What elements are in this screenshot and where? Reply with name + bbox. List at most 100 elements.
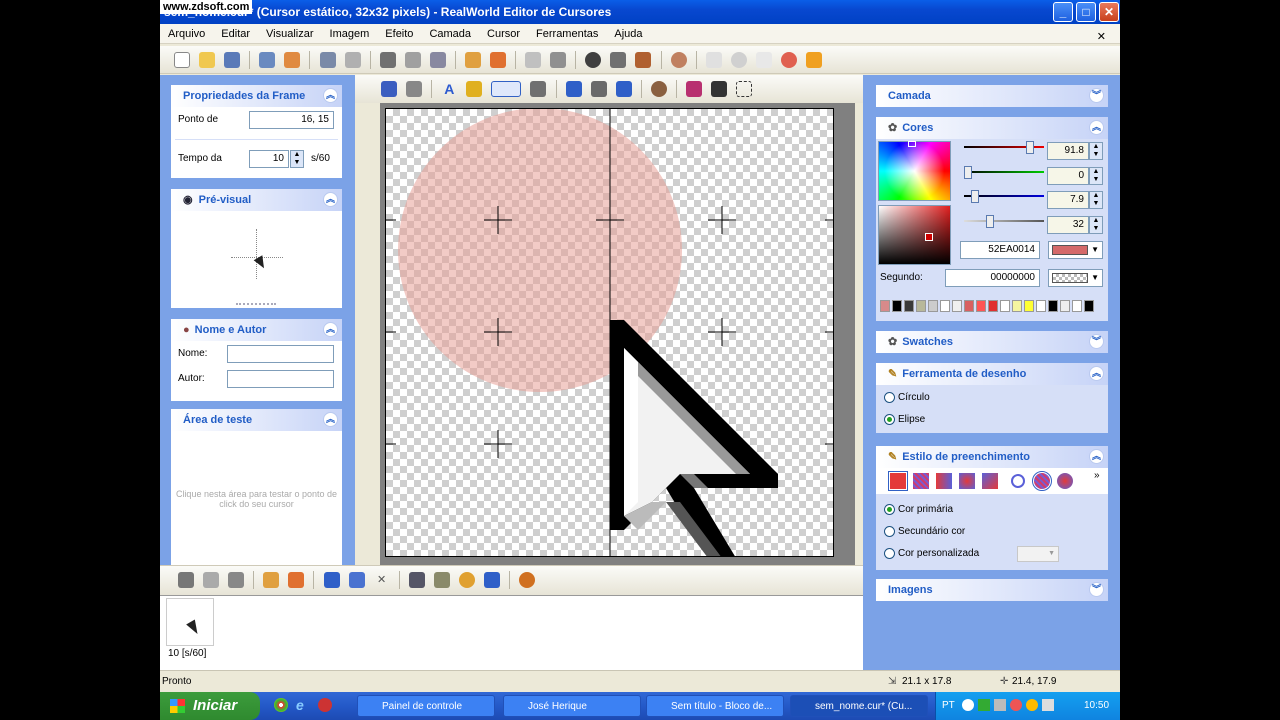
collapse-icon[interactable]: ︽ <box>1089 449 1104 464</box>
cut-icon[interactable] <box>379 52 396 68</box>
frame-properties-header[interactable]: Propriedades da Frame ︽ <box>171 85 342 107</box>
save-icon[interactable] <box>224 52 241 68</box>
palette-swatch[interactable] <box>1036 300 1046 312</box>
second-color-dropdown[interactable]: ▼ <box>1048 269 1103 287</box>
insert-frame-icon[interactable] <box>263 572 280 588</box>
fill-style-header[interactable]: ✎ Estilo de preenchimento ︽ <box>876 446 1108 468</box>
palette-swatch[interactable] <box>1048 300 1058 312</box>
green-slider-thumb[interactable] <box>964 166 972 179</box>
palette-swatch[interactable] <box>964 300 974 312</box>
paste-icon[interactable] <box>429 52 446 68</box>
primary-color-dropdown[interactable]: ▼ <box>1048 241 1103 259</box>
green-value[interactable]: 0 <box>1047 167 1089 185</box>
task-cursor-editor[interactable]: sem_nome.cur* (Cu... <box>790 695 928 717</box>
cut-frame-icon[interactable] <box>178 572 195 588</box>
blue-value[interactable]: 7.9 <box>1047 191 1089 209</box>
draw-tool-header[interactable]: ✎ Ferramenta de desenho ︽ <box>876 363 1108 385</box>
ellipse-option[interactable]: Elipse <box>876 409 1108 431</box>
fill-gradient-icon[interactable] <box>936 473 952 489</box>
open-icon[interactable] <box>199 52 216 68</box>
start-button[interactable]: Iniciar <box>160 692 260 720</box>
fill-radial-icon[interactable] <box>959 473 975 489</box>
palette-swatch[interactable] <box>1060 300 1070 312</box>
tray-security-icon[interactable] <box>1010 699 1022 711</box>
green-spinner[interactable]: ▲ ▼ <box>1089 167 1103 185</box>
second-hex-input[interactable]: 00000000 <box>945 269 1040 287</box>
ramp-icon[interactable] <box>433 572 450 588</box>
text-tool-icon[interactable]: A <box>441 81 457 97</box>
images-header[interactable]: Imagens ︾ <box>876 579 1108 601</box>
alpha-slider-thumb[interactable] <box>986 215 994 228</box>
tray-app-icon[interactable] <box>1026 699 1038 711</box>
add-frame-icon[interactable] <box>288 572 305 588</box>
palette-swatch[interactable] <box>928 300 938 312</box>
alpha-value[interactable]: 32 <box>1047 216 1089 234</box>
eyedropper-icon[interactable] <box>590 81 607 97</box>
blue-spinner[interactable]: ▲ ▼ <box>1089 191 1103 209</box>
name-input[interactable] <box>227 345 334 363</box>
collapse-icon[interactable]: ︽ <box>1089 120 1104 135</box>
copy-icon[interactable] <box>404 52 421 68</box>
tray-arrow-icon[interactable] <box>962 699 974 711</box>
redo-icon[interactable] <box>344 52 361 68</box>
pointer-icon[interactable] <box>705 52 722 68</box>
fill-hatch-circle-icon[interactable] <box>1032 471 1052 491</box>
gear-icon[interactable] <box>458 572 475 588</box>
collapse-icon[interactable]: ︽ <box>323 88 338 103</box>
contrast-icon[interactable] <box>585 52 602 68</box>
line-icon[interactable] <box>711 81 727 97</box>
fill-secondary-option[interactable]: Secundário cor <box>876 521 1108 543</box>
more-icon[interactable]: » <box>1094 470 1100 481</box>
task-control-panel[interactable]: Painel de controle <box>357 695 495 717</box>
menu-ferramentas[interactable]: Ferramentas <box>528 24 606 44</box>
close-button[interactable]: ✕ <box>1099 2 1119 22</box>
palette-swatch[interactable] <box>916 300 926 312</box>
palette-swatch[interactable] <box>1000 300 1010 312</box>
frame-thumbnail[interactable] <box>166 598 214 646</box>
swap-frame-icon[interactable] <box>348 572 365 588</box>
drop-icon[interactable] <box>565 81 582 97</box>
name-author-header[interactable]: ● Nome e Autor ︽ <box>171 319 342 341</box>
palette-swatch[interactable] <box>1084 300 1094 312</box>
copy-frame-icon[interactable] <box>203 572 220 588</box>
menu-imagem[interactable]: Imagem <box>322 24 378 44</box>
expand-icon[interactable]: ︾ <box>1089 88 1104 103</box>
fill-primary-option[interactable]: Cor primária <box>876 499 1108 521</box>
minimize-button[interactable]: _ <box>1053 2 1073 22</box>
time-spinner[interactable]: ▲ ▼ <box>290 150 304 168</box>
menu-efeito[interactable]: Efeito <box>377 24 421 44</box>
paste-frame-icon[interactable] <box>228 572 245 588</box>
close-document-icon[interactable]: ✕ <box>1089 27 1114 47</box>
maximize-button[interactable]: □ <box>1076 2 1096 22</box>
red-value[interactable]: 91.8 <box>1047 142 1089 160</box>
swatches-header[interactable]: ✿ Swatches ︾ <box>876 331 1108 353</box>
select-icon[interactable] <box>550 52 567 68</box>
app-quicklaunch-icon[interactable] <box>318 698 332 712</box>
layer-icon[interactable] <box>464 52 481 68</box>
fill-custom-option[interactable]: Cor personalizada ▼ <box>876 543 1108 565</box>
help-icon[interactable] <box>780 52 797 68</box>
clock-icon[interactable] <box>730 52 747 68</box>
ie-icon[interactable]: e <box>296 698 310 712</box>
expand-icon[interactable]: ︾ <box>1089 334 1104 349</box>
menu-visualizar[interactable]: Visualizar <box>258 24 322 44</box>
hand-icon[interactable] <box>525 52 542 68</box>
preview-header[interactable]: ◉ Pré-visual ︽ <box>171 189 342 211</box>
shape-icon[interactable] <box>685 81 702 97</box>
custom-color-dropdown[interactable]: ▼ <box>1017 546 1059 562</box>
undo-icon[interactable] <box>319 52 336 68</box>
collapse-icon[interactable]: ︽ <box>323 412 338 427</box>
sound-icon[interactable] <box>284 52 301 68</box>
fill-outline-circle-icon[interactable] <box>1011 474 1025 488</box>
chrome-icon[interactable] <box>274 698 288 712</box>
effects-icon[interactable] <box>408 572 425 588</box>
alpha-spinner[interactable]: ▲ ▼ <box>1089 216 1103 234</box>
saturation-picker[interactable] <box>878 205 951 265</box>
pencil-icon[interactable] <box>466 81 483 97</box>
reorder-icon[interactable] <box>483 572 500 588</box>
move-icon[interactable] <box>381 81 398 97</box>
palette-swatch[interactable] <box>1072 300 1082 312</box>
menu-camada[interactable]: Camada <box>421 24 479 44</box>
tray-misc-icon[interactable] <box>1042 699 1054 711</box>
link-icon[interactable] <box>805 52 822 68</box>
